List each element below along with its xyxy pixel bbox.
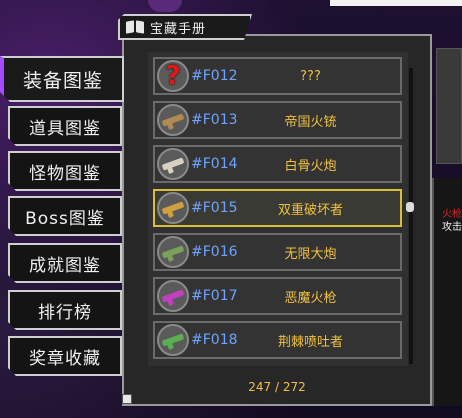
- tab-label: 怪物图鉴: [29, 163, 101, 184]
- tab-medals[interactable]: 奖章收藏: [8, 336, 122, 376]
- item-code: #F017: [191, 288, 238, 304]
- collection-counter: 247 / 272: [248, 380, 306, 394]
- panel-title-tab: 宝藏手册: [118, 14, 252, 40]
- item-name: 荆棘喷吐者: [277, 334, 343, 350]
- detail-preview-box: [436, 48, 462, 164]
- tab-equipment[interactable]: 装备图鉴: [0, 56, 124, 102]
- list-item[interactable]: #F017 恶魔火枪: [153, 277, 402, 315]
- tab-boss[interactable]: Boss图鉴: [8, 196, 122, 236]
- tab-label: 成就图鉴: [29, 255, 101, 276]
- item-code: #F016: [191, 244, 238, 260]
- item-name: ???: [300, 68, 321, 84]
- tab-items[interactable]: 道具图鉴: [8, 106, 122, 146]
- item-name: 无限大炮: [284, 246, 337, 262]
- list-item-selected[interactable]: #F015 双重破坏者: [153, 189, 402, 227]
- item-code: #F013: [191, 112, 238, 128]
- list-item[interactable]: #F013 帝国火铳: [153, 101, 402, 139]
- list-item[interactable]: #F014 白骨火炮: [153, 145, 402, 183]
- musket-icon: [157, 104, 189, 136]
- item-name: 白骨火炮: [284, 158, 337, 174]
- demon-gun-icon: [157, 280, 189, 312]
- tab-label: 装备图鉴: [22, 69, 103, 92]
- item-name: 双重破坏者: [277, 202, 343, 218]
- tab-label: 排行榜: [38, 302, 92, 323]
- bone-cannon-icon: [157, 148, 189, 180]
- tab-label: 道具图鉴: [29, 118, 101, 139]
- item-code: #F014: [191, 156, 238, 172]
- tab-achievements[interactable]: 成就图鉴: [8, 243, 122, 283]
- tab-leaderboard[interactable]: 排行榜: [8, 290, 122, 330]
- question-mark-icon: ?: [157, 60, 189, 92]
- corner-button[interactable]: [122, 394, 132, 404]
- list-item[interactable]: #F016 无限大炮: [153, 233, 402, 271]
- scrollbar-track[interactable]: [409, 68, 413, 364]
- item-name: 帝国火铳: [284, 114, 337, 130]
- scrollbar-thumb[interactable]: [406, 202, 414, 212]
- double-breaker-icon: [157, 192, 189, 224]
- top-bar: [330, 0, 462, 6]
- detail-attack-text: 攻击: [442, 222, 462, 233]
- tab-label: Boss图鉴: [25, 208, 105, 229]
- tab-monsters[interactable]: 怪物图鉴: [8, 151, 122, 191]
- infinite-cannon-icon: [157, 236, 189, 268]
- book-icon: [126, 20, 144, 34]
- item-code: #F018: [191, 332, 238, 348]
- item-code: #F012: [191, 68, 238, 84]
- thorn-spitter-icon: [157, 324, 189, 356]
- list-item[interactable]: #F018 荆棘喷吐者: [153, 321, 402, 359]
- item-name: 恶魔火枪: [284, 290, 337, 306]
- tab-label: 奖章收藏: [29, 348, 101, 369]
- panel-title: 宝藏手册: [150, 21, 207, 37]
- item-code: #F015: [191, 200, 238, 216]
- list-item[interactable]: ? #F012 ???: [153, 57, 402, 95]
